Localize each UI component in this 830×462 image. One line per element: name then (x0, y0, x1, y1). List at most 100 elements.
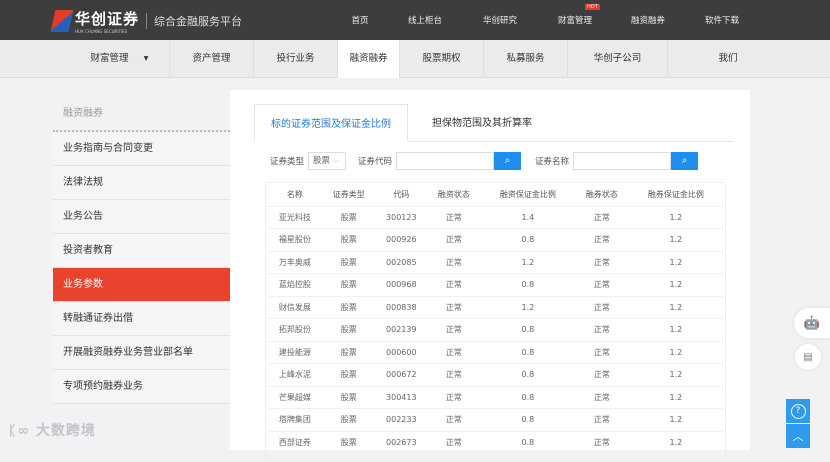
nav-margin[interactable]: 融资融券 (338, 40, 400, 78)
table-cell: 正常 (574, 206, 629, 229)
main-nav: 财富管理 ▾ 资产管理 投行业务 融资融券 股票期权 私募服务 华创子公司 我们 (0, 40, 830, 78)
table-cell: 股票 (321, 273, 376, 297)
table-cell: 0.8 (480, 431, 575, 454)
table-cell: 福星股份 (268, 228, 322, 252)
table-cell: 股票 (321, 296, 376, 319)
table-cell: 1.2 (628, 206, 723, 229)
top-nav-margin[interactable]: 融资融券 (631, 14, 665, 26)
table-cell: 正常 (426, 251, 481, 274)
filter-bar: 证券类型 股票 ⌵ 证券代码 ⌕ 证券名称 ⌕ (270, 152, 699, 170)
content-panel: 标的证券范围及保证金比例 担保物范围及其折算率 证券类型 股票 ⌵ 证券代码 ⌕… (230, 90, 750, 462)
table-cell: 0.8 (480, 318, 575, 342)
sidebar-item-params[interactable]: 业务参数 (53, 268, 230, 302)
table-cell: 芒果超媒 (268, 386, 322, 409)
table-cell: 1.2 (628, 431, 723, 454)
sidebar-item-education[interactable]: 投资者教育 (53, 234, 230, 268)
table-cell: 300123 (375, 206, 427, 229)
table-row: 拓邦股份 股票 002139 正常 0.8 正常 1.2 (268, 318, 723, 342)
code-input[interactable] (396, 152, 495, 170)
logo[interactable]: 华创证券 HUA CHUANG SECURITIES 综合金融服务平台 (50, 8, 243, 34)
table-cell: 1.2 (628, 363, 723, 387)
sidebar-item-notices[interactable]: 业务公告 (53, 200, 230, 234)
nav-options[interactable]: 股票期权 (400, 40, 484, 78)
table-cell: 0.8 (480, 408, 575, 432)
watermark: ᛕ∞ 大数跨境 (8, 420, 96, 440)
sidebar-item-reservation[interactable]: 专项预约融券业务 (53, 370, 230, 404)
table-cell: 亚光科技 (268, 206, 322, 229)
sidebar: 融资融券 业务指南与合同变更 法律法规 业务公告 投资者教育 业务参数 转融通证… (53, 92, 230, 404)
sidebar-item-guide[interactable]: 业务指南与合同变更 (53, 132, 230, 166)
table-cell: 正常 (426, 431, 481, 454)
table-cell: 正常 (574, 341, 629, 364)
table-cell: 1.4 (480, 206, 575, 229)
table-cell: 1.2 (628, 228, 723, 252)
tab-eligible-securities[interactable]: 标的证券范围及保证金比例 (254, 104, 408, 142)
table-cell: 正常 (574, 318, 629, 342)
nav-subsidiary[interactable]: 华创子公司 (568, 40, 668, 78)
table-cell: 0.8 (480, 363, 575, 387)
table-cell: 1.2 (628, 386, 723, 409)
sidebar-item-lending[interactable]: 转融通证券出借 (53, 302, 230, 336)
table-cell: 0.8 (480, 228, 575, 252)
table-cell: 正常 (426, 386, 481, 409)
tab-collateral[interactable]: 担保物范围及其折算率 (416, 104, 548, 142)
table-cell: 000672 (375, 363, 427, 387)
table-cell: 上峰水泥 (268, 363, 322, 387)
nav-ib[interactable]: 投行业务 (254, 40, 338, 78)
chevron-up-icon: ︿ (792, 430, 804, 443)
type-select[interactable]: 股票 ⌵ (308, 152, 347, 170)
table-cell: 正常 (574, 386, 629, 409)
sidebar-item-laws[interactable]: 法律法规 (53, 166, 230, 200)
table-cell: 股票 (321, 206, 376, 229)
brand-en: HUA CHUANG SECURITIES (75, 29, 128, 34)
table-row: 西部证券 股票 002673 正常 0.8 正常 1.2 (268, 431, 723, 454)
table-cell: 正常 (574, 363, 629, 387)
nav-label: 财富管理 (90, 53, 129, 64)
top-nav-wealth[interactable]: 财富管理 (558, 14, 592, 26)
nav-about[interactable]: 我们 (668, 40, 788, 78)
help-icon: ? (790, 403, 806, 419)
platform-title: 综合金融服务平台 (154, 15, 243, 28)
table-cell: 股票 (321, 318, 376, 342)
table-cell: 1.2 (628, 408, 723, 432)
back-to-top-button[interactable]: ︿ (786, 424, 810, 448)
nav-asset[interactable]: 资产管理 (170, 40, 254, 78)
help-button[interactable]: ? (786, 399, 810, 423)
robot-icon: 🤖 (803, 315, 821, 331)
column-header: 融券保证金比例 (628, 184, 723, 207)
table-cell: 正常 (574, 273, 629, 297)
tabs: 标的证券范围及保证金比例 担保物范围及其折算率 (254, 104, 734, 142)
nav-wealth[interactable]: 财富管理 ▾ (70, 40, 170, 78)
column-header: 代码 (375, 184, 427, 207)
name-search-button[interactable]: ⌕ (671, 152, 699, 170)
sidebar-item-branches[interactable]: 开展融资融券业务营业部名单 (53, 336, 230, 370)
table-cell: 正常 (574, 408, 629, 432)
code-search-button[interactable]: ⌕ (494, 152, 522, 170)
table-cell: 正常 (426, 228, 481, 252)
column-header: 融资状态 (426, 184, 481, 207)
table-cell: 正常 (426, 318, 481, 342)
top-nav-home[interactable]: 首页 (351, 14, 368, 26)
type-label: 证券类型 (270, 157, 305, 167)
name-input[interactable] (573, 152, 672, 170)
table-row: 亚光科技 股票 300123 正常 1.4 正常 1.2 (268, 206, 723, 229)
table-cell: 正常 (426, 273, 481, 297)
top-nav-research[interactable]: 华创研究 (483, 14, 517, 26)
chatbot-button[interactable]: 🤖 (794, 308, 830, 338)
table-cell: 蓝焰控股 (268, 273, 322, 297)
table-cell: 建投能源 (268, 341, 322, 364)
securities-table: 名称 证券类型 代码 融资状态 融资保证金比例 融券状态 融券保证金比例 亚光科技 股票 300… (268, 184, 723, 454)
table-cell: 002085 (375, 251, 427, 274)
top-nav-download[interactable]: 软件下载 (705, 14, 739, 26)
table-row: 福星股份 股票 000926 正常 0.8 正常 1.2 (268, 228, 723, 252)
table-row: 财信发展 股票 000838 正常 1.2 正常 1.2 (268, 296, 723, 319)
table-cell: 股票 (321, 228, 376, 252)
table-row: 万丰奥威 股票 002085 正常 1.2 正常 1.2 (268, 251, 723, 274)
document-icon: ▤ (803, 351, 813, 363)
column-header: 融资保证金比例 (480, 184, 575, 207)
watermark-text: 大数跨境 (35, 423, 96, 439)
feedback-button[interactable]: ▤ (795, 344, 821, 370)
table-cell: 财信发展 (268, 296, 322, 319)
nav-private[interactable]: 私募服务 (484, 40, 568, 78)
top-nav-online-counter[interactable]: 线上柜台 (408, 14, 442, 26)
